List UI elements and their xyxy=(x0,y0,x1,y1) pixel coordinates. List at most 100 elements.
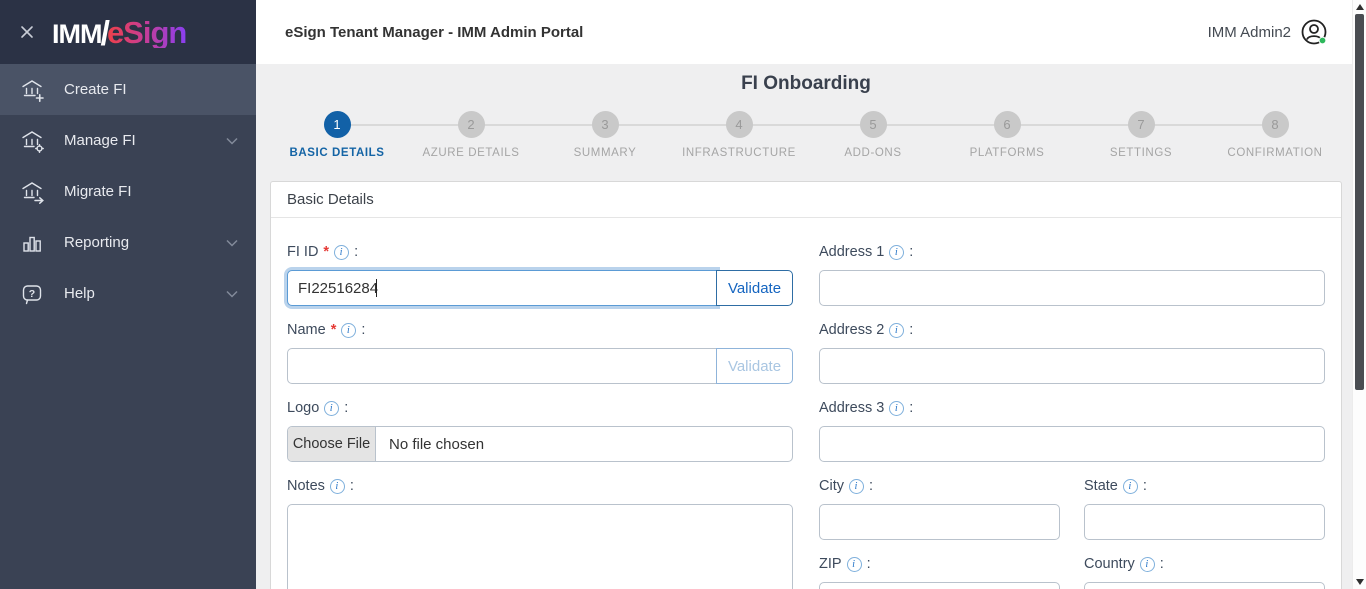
notes-textarea[interactable] xyxy=(287,504,793,589)
step-label: CONFIRMATION xyxy=(1227,147,1323,159)
help-bubble-icon: ? xyxy=(20,282,44,306)
logo-file-input[interactable]: Choose File No file chosen xyxy=(287,426,793,462)
info-icon[interactable]: i xyxy=(329,478,345,494)
scroll-down-arrow-icon[interactable] xyxy=(1356,579,1364,585)
step-basic-details[interactable]: 1 BASIC DETAILS xyxy=(270,108,404,159)
step-infrastructure[interactable]: 4 INFRASTRUCTURE xyxy=(672,108,806,159)
step-label: AZURE DETAILS xyxy=(422,147,520,159)
bank-plus-icon xyxy=(20,78,44,102)
address3-input[interactable] xyxy=(819,426,1325,462)
name-field-group: Name * i : Validate xyxy=(287,320,793,384)
step-label: ADD-ONS xyxy=(844,147,902,159)
step-add-ons[interactable]: 5 ADD-ONS xyxy=(806,108,940,159)
address1-input[interactable] xyxy=(819,270,1325,306)
fi-id-label: FI ID * i : xyxy=(287,244,359,260)
sidebar-item-label: Reporting xyxy=(64,234,130,251)
notes-label: Notes i : xyxy=(287,478,354,494)
info-icon[interactable]: i xyxy=(846,556,862,572)
bar-chart-icon xyxy=(20,231,44,255)
state-label: State i : xyxy=(1084,478,1147,494)
name-validate-button[interactable]: Validate xyxy=(716,348,793,384)
city-label: City i : xyxy=(819,478,874,494)
city-field-group: City i : xyxy=(819,476,1060,540)
file-status-text: No file chosen xyxy=(389,435,485,453)
sidebar-item-label: Help xyxy=(64,285,95,302)
info-icon[interactable]: i xyxy=(848,478,864,494)
scrollbar-thumb[interactable] xyxy=(1355,14,1364,390)
step-number: 7 xyxy=(1127,111,1155,138)
brand-slash: / xyxy=(100,15,110,53)
brand-logo: IMM / eSign xyxy=(52,15,187,53)
city-input[interactable] xyxy=(819,504,1060,540)
top-header: eSign Tenant Manager - IMM Admin Portal … xyxy=(256,0,1366,64)
app-title: eSign Tenant Manager - IMM Admin Portal xyxy=(285,23,584,41)
fi-id-validate-button[interactable]: Validate xyxy=(716,270,793,306)
vertical-scrollbar[interactable] xyxy=(1352,0,1366,589)
state-field-group: State i : xyxy=(1084,476,1325,540)
sidebar-item-label: Manage FI xyxy=(64,132,136,149)
sidebar-item-migrate-fi[interactable]: Migrate FI xyxy=(0,166,256,217)
close-menu-icon[interactable] xyxy=(16,21,38,43)
page-title: FI Onboarding xyxy=(741,73,871,94)
main-content: FI Onboarding 1 BASIC DETAILS 2 AZURE DE… xyxy=(256,64,1366,589)
country-input[interactable] xyxy=(1084,582,1325,589)
step-label: SUMMARY xyxy=(573,147,637,159)
info-icon[interactable]: i xyxy=(334,244,350,260)
wizard-stepper: 1 BASIC DETAILS 2 AZURE DETAILS 3 SUMMAR… xyxy=(270,108,1342,170)
name-label: Name * i : xyxy=(287,322,366,338)
step-azure-details[interactable]: 2 AZURE DETAILS xyxy=(404,108,538,159)
sidebar-item-label: Create FI xyxy=(64,81,127,98)
step-label: INFRASTRUCTURE xyxy=(682,147,796,159)
name-input[interactable] xyxy=(287,348,717,384)
step-platforms[interactable]: 6 PLATFORMS xyxy=(940,108,1074,159)
required-marker: * xyxy=(323,244,330,260)
scroll-up-arrow-icon[interactable] xyxy=(1356,4,1364,10)
svg-text:?: ? xyxy=(29,288,35,300)
choose-file-button[interactable]: Choose File xyxy=(288,427,376,461)
step-number: 5 xyxy=(859,111,887,138)
step-label: PLATFORMS xyxy=(969,147,1045,159)
sidebar-item-manage-fi[interactable]: Manage FI xyxy=(0,115,256,166)
user-name: IMM Admin2 xyxy=(1207,23,1291,41)
address2-field-group: Address 2 i : xyxy=(819,320,1325,384)
step-label: SETTINGS xyxy=(1109,147,1173,159)
address2-input[interactable] xyxy=(819,348,1325,384)
sidebar-logo-block: IMM / eSign xyxy=(0,0,256,64)
step-number: 3 xyxy=(591,111,619,138)
logo-field-group: Logo i : Choose File No file chosen xyxy=(287,398,793,462)
fi-id-input[interactable] xyxy=(287,270,717,306)
step-label: BASIC DETAILS xyxy=(289,147,385,159)
info-icon[interactable]: i xyxy=(889,244,905,260)
sidebar-item-help[interactable]: ? Help xyxy=(0,268,256,319)
step-number: 8 xyxy=(1261,111,1289,138)
info-icon[interactable]: i xyxy=(1122,478,1138,494)
user-avatar-icon[interactable] xyxy=(1300,18,1328,46)
step-number: 2 xyxy=(457,111,485,138)
info-icon[interactable]: i xyxy=(889,400,905,416)
info-icon[interactable]: i xyxy=(1139,556,1155,572)
country-label: Country i : xyxy=(1084,556,1164,572)
sidebar: IMM / eSign Create FI Manage FI Migrate … xyxy=(0,0,256,589)
step-settings[interactable]: 7 SETTINGS xyxy=(1074,108,1208,159)
step-summary[interactable]: 3 SUMMARY xyxy=(538,108,672,159)
chevron-down-icon xyxy=(226,290,238,298)
state-input[interactable] xyxy=(1084,504,1325,540)
form-right-column: Address 1 i : Address 2 i : Address 3 i … xyxy=(819,242,1325,589)
sidebar-item-reporting[interactable]: Reporting xyxy=(0,217,256,268)
sidebar-item-create-fi[interactable]: Create FI xyxy=(0,64,256,115)
step-confirmation[interactable]: 8 CONFIRMATION xyxy=(1208,108,1342,159)
zip-field-group: ZIP i : xyxy=(819,554,1060,589)
step-number: 1 xyxy=(323,111,351,138)
info-icon[interactable]: i xyxy=(341,322,357,338)
bank-gear-icon xyxy=(20,129,44,153)
info-icon[interactable]: i xyxy=(889,322,905,338)
address3-label: Address 3 i : xyxy=(819,400,914,416)
address1-label: Address 1 i : xyxy=(819,244,914,260)
address3-field-group: Address 3 i : xyxy=(819,398,1325,462)
info-icon[interactable]: i xyxy=(324,400,340,416)
step-number: 6 xyxy=(993,111,1021,138)
required-marker: * xyxy=(330,322,337,338)
zip-input[interactable] xyxy=(819,582,1060,589)
sidebar-item-label: Migrate FI xyxy=(64,183,132,200)
chevron-down-icon xyxy=(226,137,238,145)
